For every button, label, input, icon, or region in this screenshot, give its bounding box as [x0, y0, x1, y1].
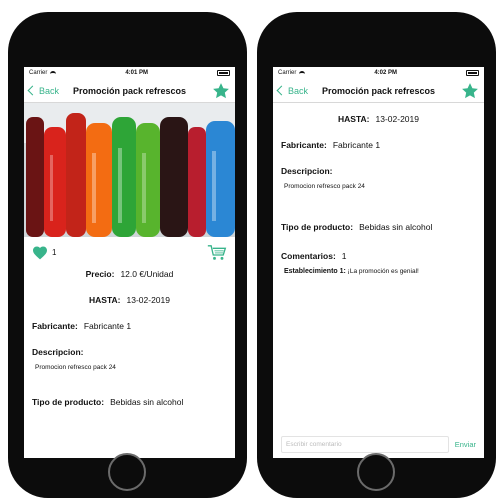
chevron-left-icon: [27, 85, 38, 96]
status-bar: Carrier 4:02 PM: [273, 67, 484, 79]
cart-icon[interactable]: [207, 244, 227, 261]
manufacturer-label: Fabricante:: [281, 140, 327, 150]
product-type-row: Tipo de producto: Bebidas sin alcohol: [273, 222, 484, 232]
status-time: 4:02 PM: [374, 70, 398, 76]
chevron-left-icon: [276, 85, 287, 96]
until-row: HASTA: 13-02-2019: [24, 295, 235, 305]
product-image: [24, 103, 235, 237]
star-icon[interactable]: [461, 82, 479, 100]
comments-row: Comentarios: 1: [273, 251, 484, 261]
manufacturer-row: Fabricante: Fabricante 1: [24, 321, 235, 331]
price-value: 12.0 €/Unidad: [120, 269, 174, 279]
status-bar: Carrier 4:01 PM: [24, 67, 235, 79]
nav-bar: Back Promoción pack refrescos: [24, 79, 235, 103]
back-button[interactable]: Back: [27, 85, 60, 96]
description-label: Descripcion:: [32, 347, 84, 357]
back-label: Back: [39, 85, 60, 96]
back-label: Back: [288, 85, 309, 96]
phone-left: Carrier 4:01 PM Back Promoción pack refr…: [8, 12, 247, 498]
like-button[interactable]: 1: [32, 245, 56, 260]
comment-item: Establecimiento 1: ¡La promoción es geni…: [273, 268, 484, 275]
wifi-icon: [299, 70, 306, 76]
manufacturer-value: Fabricante 1: [332, 140, 381, 150]
description-label: Descripcion:: [281, 166, 333, 176]
heart-icon: [33, 246, 47, 259]
home-button[interactable]: [357, 453, 395, 491]
manufacturer-row: Fabricante: Fabricante 1: [273, 140, 484, 150]
nav-bar: Back Promoción pack refrescos: [273, 79, 484, 103]
description-value: Promocion refresco pack 24: [284, 183, 365, 190]
comments-count: 1: [341, 251, 347, 261]
product-type-label: Tipo de producto:: [32, 397, 105, 407]
battery-icon: [466, 70, 479, 76]
manufacturer-label: Fabricante:: [32, 321, 78, 331]
until-row: HASTA: 13-02-2019: [273, 114, 484, 124]
price-row: Precio: 12.0 €/Unidad: [24, 269, 235, 279]
comment-text: ¡La promoción es genial!: [347, 268, 419, 275]
until-label: HASTA:: [89, 295, 121, 305]
send-button[interactable]: Enviar: [455, 440, 476, 449]
product-type-value: Bebidas sin alcohol: [110, 397, 184, 407]
comment-input[interactable]: Escribir comentario: [281, 435, 449, 453]
action-row: 1: [24, 237, 235, 267]
status-time: 4:01 PM: [125, 70, 149, 76]
until-value: 13-02-2019: [126, 295, 170, 305]
description-row: Descripcion:: [273, 166, 484, 176]
until-value: 13-02-2019: [375, 114, 419, 124]
back-button[interactable]: Back: [276, 85, 309, 96]
wifi-icon: [50, 70, 57, 76]
star-icon[interactable]: [212, 82, 230, 100]
battery-icon: [217, 70, 230, 76]
comment-author: Establecimiento 1:: [284, 268, 346, 275]
product-type-value: Bebidas sin alcohol: [359, 222, 433, 232]
comments-label: Comentarios:: [281, 251, 336, 261]
screen-product-comments: Carrier 4:02 PM Back Promoción pack refr…: [273, 67, 484, 458]
carrier-label: Carrier: [278, 70, 297, 76]
likes-count: 1: [52, 247, 57, 257]
manufacturer-value: Fabricante 1: [83, 321, 132, 331]
product-type-label: Tipo de producto:: [281, 222, 354, 232]
product-type-row: Tipo de producto: Bebidas sin alcohol: [24, 397, 235, 407]
home-button[interactable]: [108, 453, 146, 491]
description-row: Descripcion:: [24, 347, 235, 357]
description-value: Promocion refresco pack 24: [35, 364, 116, 371]
screen-product-detail: Carrier 4:01 PM Back Promoción pack refr…: [24, 67, 235, 458]
until-label: HASTA:: [338, 114, 370, 124]
carrier-label: Carrier: [29, 70, 48, 76]
price-label: Precio:: [85, 269, 115, 279]
phone-right: Carrier 4:02 PM Back Promoción pack refr…: [257, 12, 496, 498]
